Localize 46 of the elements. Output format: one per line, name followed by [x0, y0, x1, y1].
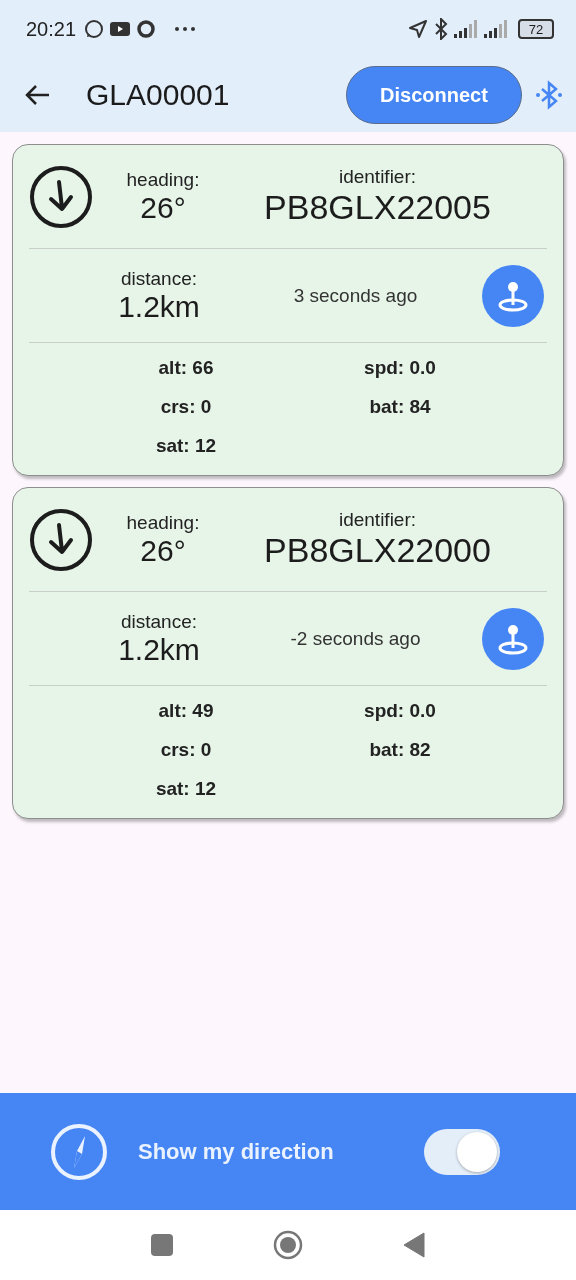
show-direction-label: Show my direction [138, 1138, 335, 1165]
stat-text: sat: 12 [154, 435, 218, 457]
heading-value: 26° [140, 533, 186, 568]
stat-text: bat: 82 [368, 739, 432, 761]
chat-icon [84, 19, 105, 39]
battery-icon: 72 [518, 19, 554, 39]
distance-value: 1.2km [118, 289, 200, 324]
signal-icon [484, 20, 508, 38]
disconnect-button[interactable]: Disconnect [346, 66, 522, 124]
stat-text: sat: 12 [154, 778, 218, 800]
heading-label: heading: [126, 168, 200, 191]
stat-text: spd: 0.0 [363, 357, 437, 379]
stat-text: bat: 84 [368, 396, 432, 418]
stat-text: alt: 49 [157, 700, 215, 722]
stat-text: alt: 66 [157, 357, 215, 379]
arrow-down-circle-icon [29, 164, 93, 229]
arrow-down-circle-icon [29, 507, 93, 572]
back-nav-icon[interactable] [403, 1232, 425, 1258]
compass-icon [50, 1122, 108, 1181]
home-icon[interactable] [273, 1230, 303, 1260]
last-seen-text: 3 seconds ago [292, 284, 419, 307]
more-icon [174, 26, 197, 32]
distance-label: distance: [120, 267, 197, 290]
ring-icon [136, 19, 157, 39]
bluetooth-icon[interactable] [536, 80, 562, 110]
bluetooth-icon [434, 18, 448, 40]
distance-value: 1.2km [118, 632, 200, 667]
last-seen-text: -2 seconds ago [289, 627, 422, 650]
signal-icon [454, 20, 478, 38]
identifier-value: PB8GLX22000 [264, 531, 491, 570]
stat-text: spd: 0.0 [363, 700, 437, 722]
recents-icon[interactable] [151, 1234, 173, 1256]
video-icon [110, 21, 131, 37]
location-icon [408, 19, 428, 39]
heading-label: heading: [126, 511, 200, 534]
direction-toggle[interactable] [424, 1128, 500, 1175]
device-title: GLA00001 [86, 78, 231, 112]
identifier-label: identifier: [338, 509, 417, 531]
clock: 20:21 [26, 17, 77, 41]
identifier-label: identifier: [338, 166, 417, 188]
heading-value: 26° [140, 190, 186, 225]
stat-text: crs: 0 [159, 739, 213, 761]
distance-label: distance: [120, 610, 197, 633]
stat-text: crs: 0 [159, 396, 213, 418]
identifier-value: PB8GLX22005 [264, 188, 491, 227]
back-icon[interactable] [24, 84, 50, 106]
